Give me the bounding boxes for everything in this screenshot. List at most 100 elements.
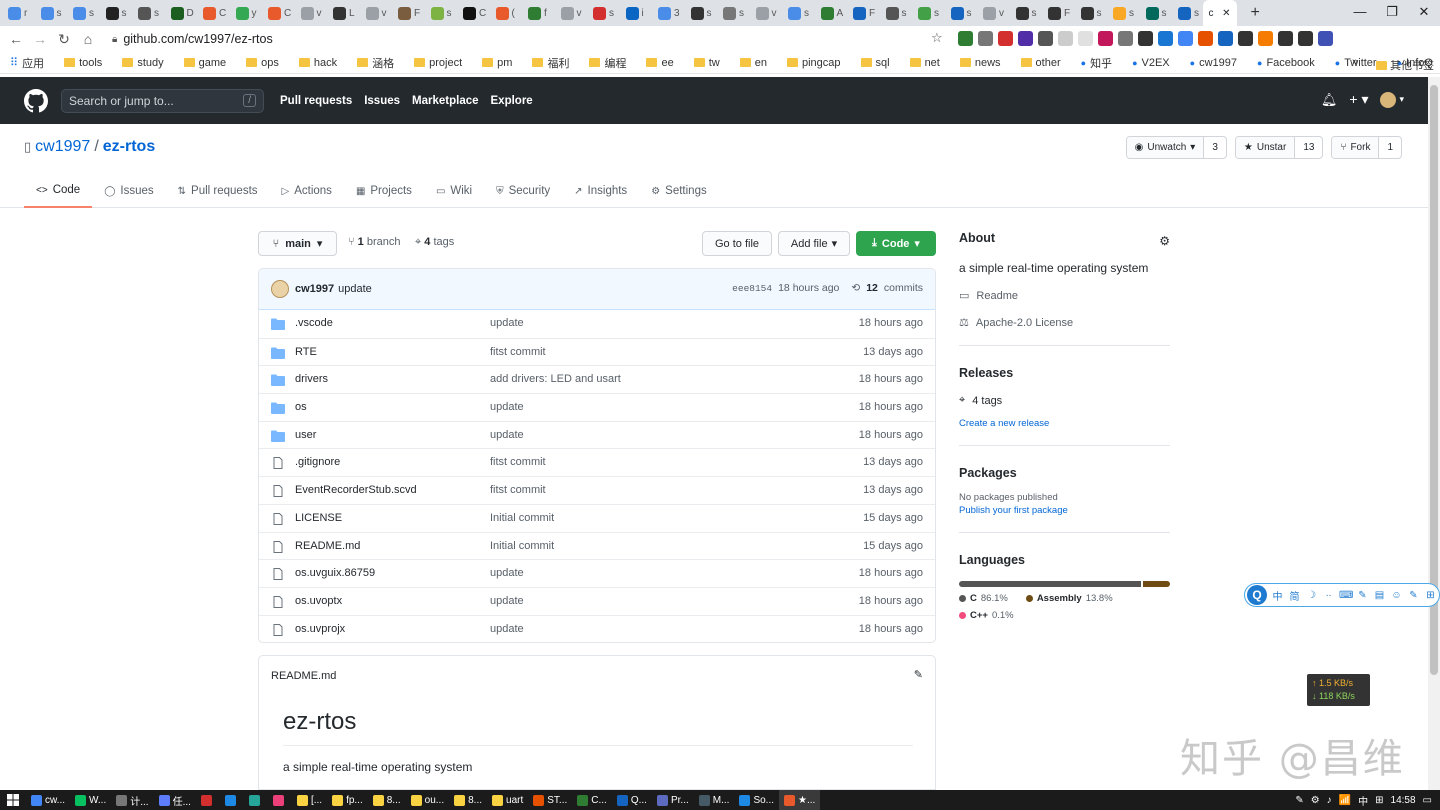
tab-wiki[interactable]: ▭ Wiki [424, 174, 484, 208]
tray-icon[interactable]: 📶 [1339, 795, 1351, 806]
bookmark-folder[interactable]: en [739, 57, 767, 69]
tab-pull-requests[interactable]: ⇅ Pull requests [166, 174, 270, 208]
browser-tab[interactable]: i [618, 0, 651, 26]
browser-tab[interactable]: s [423, 0, 456, 26]
commit-author-avatar[interactable] [271, 280, 289, 298]
extension-icon[interactable] [978, 31, 993, 46]
bookmark-folder[interactable]: pingcap [786, 57, 841, 69]
branches-link[interactable]: ⑂ 1 branch [348, 236, 401, 248]
taskbar-app-button[interactable] [220, 790, 244, 810]
ime-tool-icon[interactable]: ∙∙ [1322, 590, 1335, 601]
watch-button[interactable]: ◉ Unwatch ▾ 3 [1125, 136, 1227, 159]
browser-tab[interactable]: s [910, 0, 943, 26]
star-count[interactable]: 13 [1294, 137, 1322, 158]
tab-code[interactable]: <> Code [24, 174, 93, 208]
browser-tab-active[interactable]: c ✕ [1202, 0, 1237, 26]
tray-icon[interactable]: ♪ [1327, 795, 1332, 806]
extension-icon[interactable] [1178, 31, 1193, 46]
branch-selector[interactable]: ⑂ main ▾ [258, 231, 337, 256]
file-commit-message[interactable]: update [490, 595, 524, 607]
bookmark-folder[interactable]: ee [646, 57, 674, 69]
browser-tab[interactable]: 3 [650, 0, 683, 26]
browser-tab[interactable]: s [1105, 0, 1138, 26]
tab-settings[interactable]: ⚙ Settings [639, 174, 719, 208]
browser-tab[interactable]: v [553, 0, 586, 26]
tab-insights[interactable]: ↗ Insights [562, 174, 639, 208]
browser-tab[interactable]: s [1138, 0, 1171, 26]
browser-tab[interactable]: F [390, 0, 423, 26]
browser-tab[interactable]: y [228, 0, 261, 26]
bookmark-folder[interactable]: hack [298, 57, 337, 69]
file-name[interactable]: os.uvguix.86759 [295, 567, 375, 579]
taskbar-app-button[interactable]: fp... [327, 790, 368, 810]
file-name[interactable]: .gitignore [295, 456, 340, 468]
close-icon[interactable]: ✕ [1222, 8, 1230, 19]
minimize-button[interactable]: — [1344, 0, 1376, 26]
file-commit-message[interactable]: fitst commit [490, 484, 546, 496]
new-tab-button[interactable]: + [1251, 4, 1260, 22]
tray-icon[interactable]: 中 [1358, 793, 1368, 808]
extension-icon[interactable] [1058, 31, 1073, 46]
reload-icon[interactable]: ↻ [52, 31, 76, 48]
table-row[interactable]: user update 18 hours ago [259, 420, 935, 449]
taskbar-app-button[interactable]: Pr... [652, 790, 694, 810]
bookmark-folder[interactable]: ops [246, 57, 279, 69]
browser-tab[interactable]: s [683, 0, 716, 26]
bookmark-folder[interactable]: tools [64, 57, 102, 69]
extension-icon[interactable] [1278, 31, 1293, 46]
star-button[interactable]: ★ Unstar 13 [1234, 136, 1324, 159]
notification-icon[interactable]: ▭ [1423, 795, 1432, 806]
nav-marketplace[interactable]: Marketplace [412, 95, 478, 107]
ime-tool-icon[interactable]: 中 [1271, 588, 1284, 603]
file-name[interactable]: EventRecorderStub.scvd [295, 484, 417, 496]
ime-tool-icon[interactable]: ☺ [1390, 590, 1403, 601]
extension-icon[interactable] [998, 31, 1013, 46]
commit-author[interactable]: cw1997 [295, 283, 334, 295]
browser-tab[interactable]: s [943, 0, 976, 26]
extension-icon[interactable] [1238, 31, 1253, 46]
file-commit-message[interactable]: update [490, 317, 524, 329]
address-bar[interactable]: github.com/cw1997/ez-rtos [123, 32, 272, 46]
browser-tab[interactable]: r [0, 0, 33, 26]
file-commit-message[interactable]: update [490, 567, 524, 579]
extension-icon[interactable] [1218, 31, 1233, 46]
taskbar-app-button[interactable]: ★... [779, 790, 821, 810]
file-name[interactable]: drivers [295, 373, 328, 385]
windows-start-icon[interactable] [0, 794, 26, 806]
bookmark-item[interactable]: ● 知乎 [1081, 55, 1112, 71]
browser-tab[interactable]: D [163, 0, 196, 26]
tray-icon[interactable]: ✎ [1295, 795, 1303, 806]
fork-count[interactable]: 1 [1378, 137, 1401, 158]
ime-logo-icon[interactable]: Q [1247, 585, 1267, 605]
extension-icon[interactable] [1078, 31, 1093, 46]
browser-tab[interactable]: v [358, 0, 391, 26]
other-bookmarks-folder[interactable]: 其他书签 [1376, 57, 1434, 73]
table-row[interactable]: os.uvguix.86759 update 18 hours ago [259, 559, 935, 587]
taskbar-app-button[interactable]: 任... [154, 790, 196, 810]
file-name[interactable]: os.uvoptx [295, 595, 342, 607]
add-file-button[interactable]: Add file ▾ [778, 231, 850, 256]
taskbar-app-button[interactable]: C... [572, 790, 612, 810]
back-icon[interactable]: ← [4, 31, 28, 47]
bookmark-item[interactable]: ⠿ 应用 [10, 55, 44, 71]
fork-button[interactable]: ⑂ Fork 1 [1331, 136, 1402, 159]
browser-tab[interactable]: s [878, 0, 911, 26]
file-name[interactable]: LICENSE [295, 512, 342, 524]
tab-security[interactable]: ⛨ Security [484, 174, 562, 208]
taskbar-app-button[interactable]: uart [487, 790, 528, 810]
browser-tab[interactable]: v [975, 0, 1008, 26]
browser-tab[interactable]: C [260, 0, 293, 26]
extension-icon[interactable] [958, 31, 973, 46]
bookmark-star-icon[interactable]: ☆ [931, 30, 943, 46]
publish-package-link[interactable]: Publish your first package [959, 505, 1170, 516]
language-item[interactable]: Assembly 13.8% [1025, 593, 1113, 604]
taskbar-app-button[interactable]: ou... [406, 790, 449, 810]
browser-tab[interactable]: ( [488, 0, 521, 26]
code-download-button[interactable]: ⤓ Code ▾ [856, 231, 936, 256]
bookmark-folder[interactable]: other [1020, 57, 1061, 69]
browser-tab[interactable]: s [1008, 0, 1041, 26]
language-item[interactable]: C++ 0.1% [959, 610, 1014, 621]
taskbar-app-button[interactable]: 8... [449, 790, 487, 810]
taskbar-app-button[interactable]: cw... [26, 790, 70, 810]
taskbar-app-button[interactable]: So... [734, 790, 779, 810]
